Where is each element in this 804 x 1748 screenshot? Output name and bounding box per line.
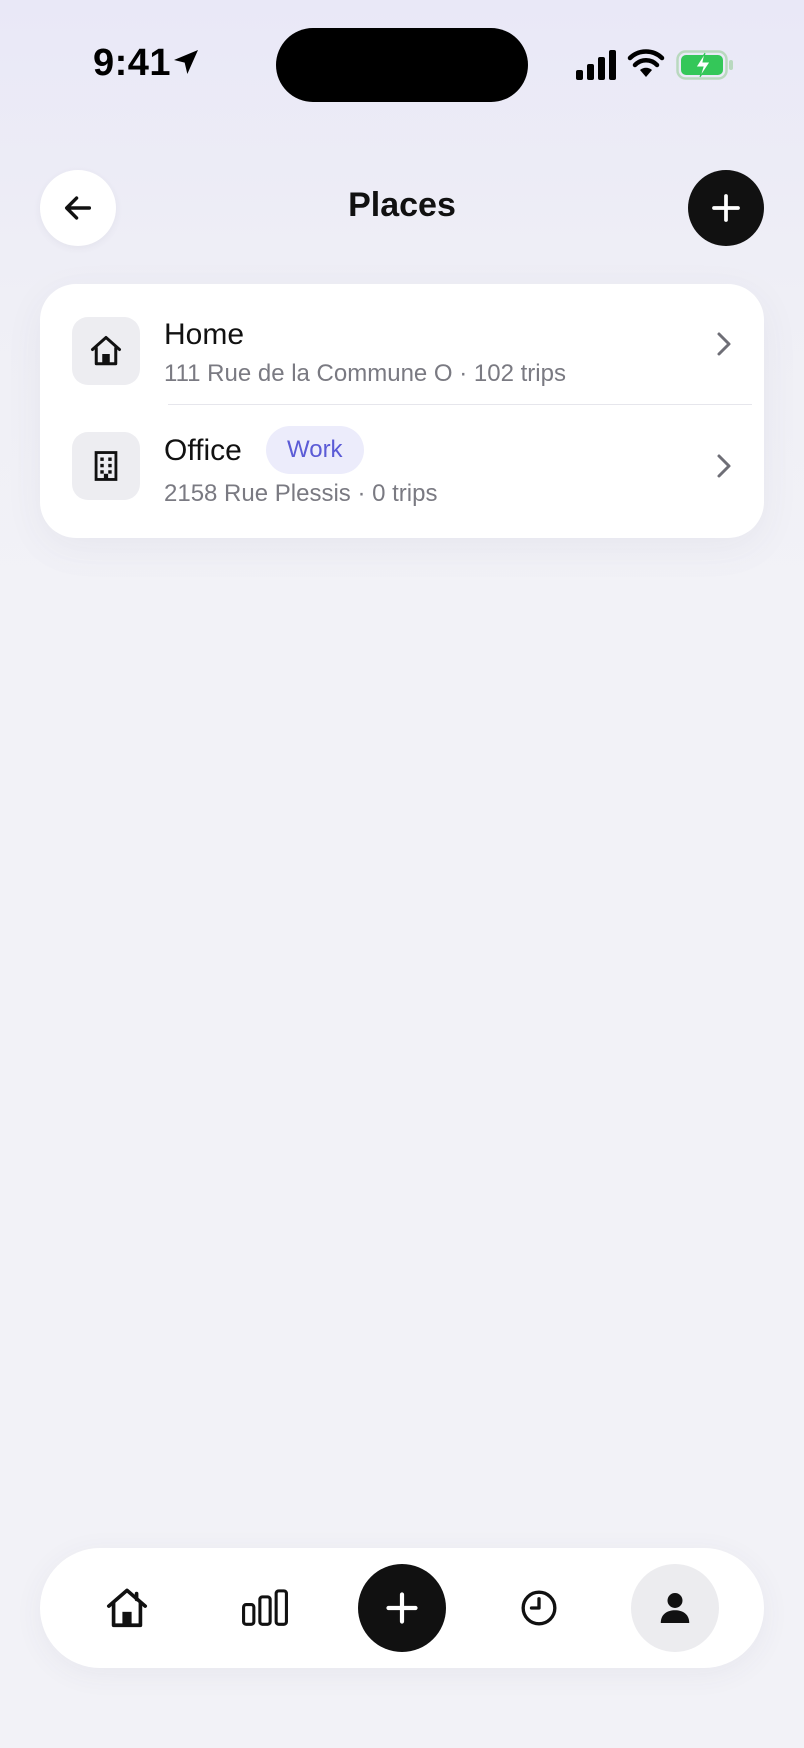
chevron-right-icon xyxy=(717,454,731,478)
battery-charging-icon xyxy=(676,50,733,80)
status-bar: 9:41 xyxy=(0,0,804,120)
place-tag-badge: Work xyxy=(266,426,364,474)
place-subtitle: 2158 Rue Plessis · 0 trips xyxy=(164,480,438,507)
plus-icon xyxy=(712,194,740,222)
cellular-signal-icon xyxy=(576,50,616,80)
tab-home[interactable] xyxy=(83,1564,171,1652)
dynamic-island xyxy=(276,28,528,102)
home-icon xyxy=(106,1588,148,1628)
tab-profile[interactable] xyxy=(631,1564,719,1652)
office-building-icon xyxy=(94,451,118,481)
tab-statistics[interactable] xyxy=(221,1564,309,1652)
add-place-button[interactable] xyxy=(688,170,764,246)
place-row-office[interactable]: Office Work 2158 Rue Plessis · 0 trips xyxy=(40,284,764,538)
place-icon-container xyxy=(72,432,140,500)
page-title: Places xyxy=(348,186,456,224)
clock-icon xyxy=(521,1590,557,1626)
bar-chart-icon xyxy=(242,1589,288,1626)
wifi-icon xyxy=(627,49,665,77)
place-name: Office xyxy=(164,434,242,467)
tab-history[interactable] xyxy=(495,1564,583,1652)
places-list: Home 111 Rue de la Commune O · 102 trips… xyxy=(40,284,764,538)
location-arrow-icon xyxy=(174,50,198,74)
status-time: 9:41 xyxy=(93,42,172,84)
person-icon xyxy=(660,1593,690,1623)
tab-add-button[interactable] xyxy=(358,1564,446,1652)
tab-bar xyxy=(40,1548,764,1668)
plus-icon xyxy=(386,1592,418,1624)
